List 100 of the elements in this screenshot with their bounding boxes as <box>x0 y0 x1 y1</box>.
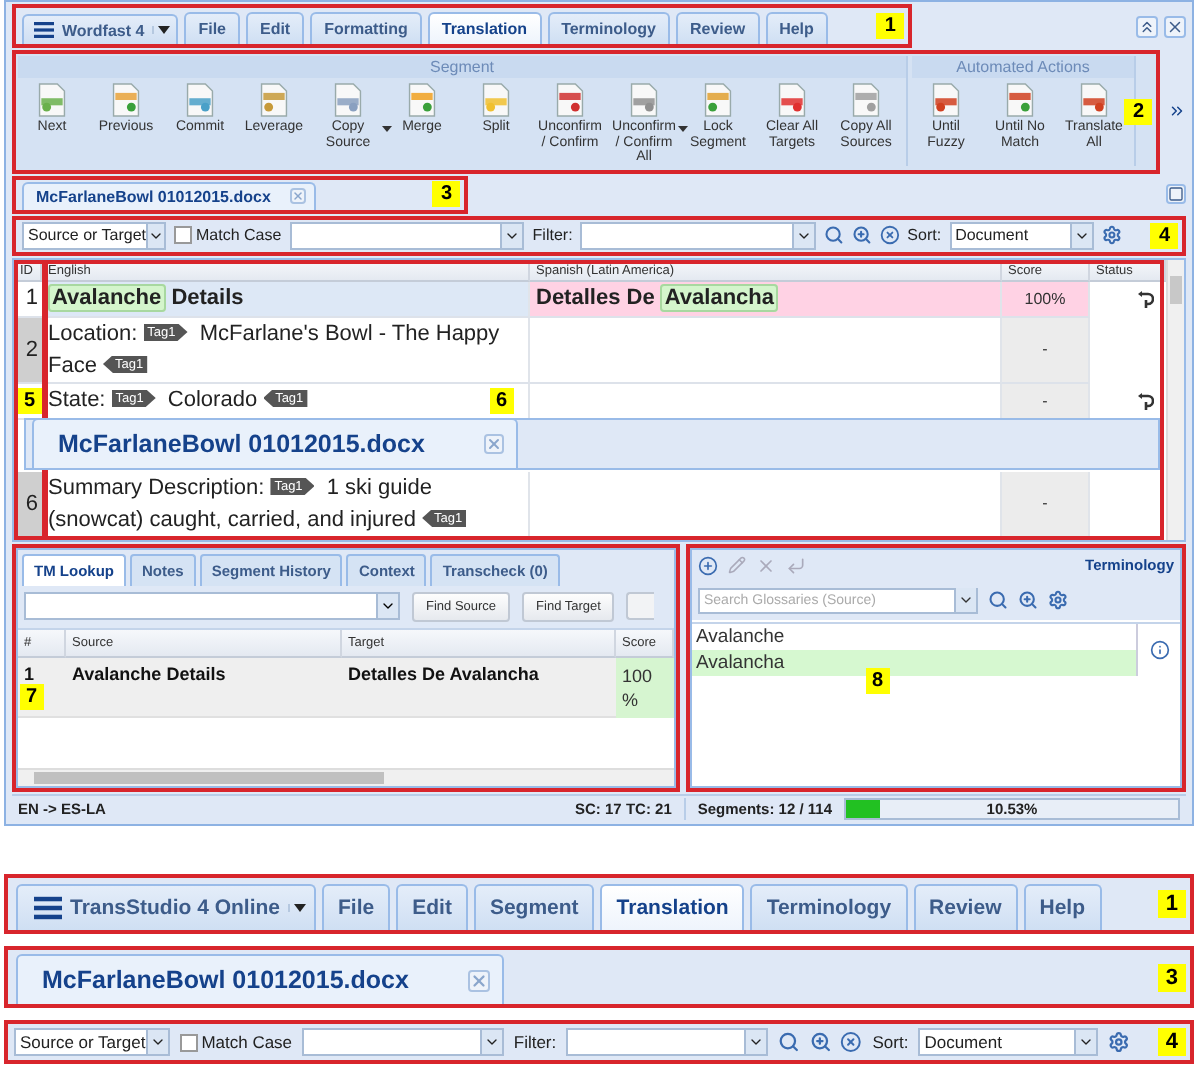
zoom-in-icon[interactable] <box>809 1030 831 1054</box>
collapse-icon[interactable] <box>1136 15 1158 37</box>
document-icon <box>480 82 512 118</box>
document-icon <box>776 82 808 118</box>
menu-tab[interactable]: Terminology <box>547 12 670 44</box>
match-score: 100 % <box>622 665 653 709</box>
menu-tab[interactable]: Formatting <box>310 12 422 44</box>
menu-tab[interactable]: Help <box>765 12 828 44</box>
caret-icon[interactable] <box>678 126 688 132</box>
match-score: - <box>1042 340 1048 358</box>
add-icon[interactable] <box>698 555 718 575</box>
scrollbar[interactable] <box>1166 259 1184 539</box>
row-number: 1 <box>24 663 35 683</box>
menu-tab[interactable]: File <box>322 884 391 930</box>
target-text: Detalles De Avalancha <box>348 663 539 683</box>
callout-number: 8 <box>866 667 890 693</box>
app-name: TransStudio 4 Online <box>70 896 281 920</box>
scope-select[interactable]: Source or Target <box>14 1028 170 1056</box>
callout-number: 2 <box>1124 98 1152 125</box>
close-icon[interactable] <box>1164 15 1186 37</box>
search-icon[interactable] <box>988 590 1008 610</box>
document-tab[interactable]: McFarlaneBowl 01012015.docx <box>22 181 317 209</box>
settings-icon[interactable] <box>1048 590 1068 610</box>
menu-icon <box>34 20 54 40</box>
document-icon <box>1004 82 1036 118</box>
menu-icon <box>34 894 62 922</box>
menu-tab[interactable]: Terminology <box>750 884 908 930</box>
search-icon[interactable] <box>777 1030 800 1054</box>
menu-tab[interactable]: Translation <box>600 884 745 930</box>
more-icon[interactable] <box>1168 102 1186 121</box>
edit-icon[interactable] <box>728 556 746 574</box>
delete-icon[interactable] <box>756 555 776 575</box>
caret-icon[interactable] <box>382 126 392 132</box>
filter-select[interactable] <box>566 1028 768 1056</box>
callout-number: 6 <box>490 387 514 413</box>
lookup-field[interactable] <box>24 592 400 620</box>
document-icon <box>36 82 68 118</box>
document-icon <box>850 82 882 118</box>
document-icon <box>406 82 438 118</box>
search-field[interactable] <box>289 221 525 249</box>
settings-icon[interactable] <box>1108 1030 1131 1054</box>
scope-select[interactable]: Source or Target <box>22 221 166 249</box>
menu-tab[interactable]: Review <box>675 12 760 44</box>
callout-number: 4 <box>1157 1028 1186 1056</box>
target-cell[interactable] <box>530 383 1002 419</box>
sort-label: Sort: <box>907 226 942 244</box>
scrollbar[interactable] <box>18 767 674 785</box>
sort-select[interactable]: Document <box>918 1028 1099 1056</box>
status-icon <box>1138 289 1154 309</box>
menu-tab[interactable]: File <box>184 12 240 44</box>
settings-icon[interactable] <box>1102 224 1123 246</box>
source-text: Avalanche Details <box>72 663 226 683</box>
document-icon <box>110 82 142 118</box>
document-icon <box>554 82 586 118</box>
callout-number: 7 <box>20 683 44 709</box>
document-icon <box>702 82 734 118</box>
match-case-label: Match Case <box>196 226 282 244</box>
match-case-checkbox[interactable] <box>179 1033 198 1051</box>
filter-select[interactable] <box>580 221 816 249</box>
search-icon[interactable] <box>823 224 844 246</box>
group-title: Segment <box>18 56 906 78</box>
document-icon <box>184 82 216 118</box>
target-cell[interactable]: Detalles De Avalancha <box>530 281 1002 317</box>
callout-number: 4 <box>1150 222 1178 248</box>
document-icon <box>332 82 364 118</box>
document-icon <box>1078 82 1110 118</box>
search-field[interactable] <box>302 1028 504 1056</box>
menu-tab[interactable]: Help <box>1023 884 1101 930</box>
zoom-in-icon[interactable] <box>1018 590 1038 610</box>
callout-number: 5 <box>18 387 42 413</box>
clear-icon[interactable] <box>879 224 900 246</box>
match-score: 100% <box>1024 289 1066 307</box>
app-menu-button[interactable]: TransStudio 4 Online <box>16 884 317 930</box>
document-tab[interactable]: McFarlaneBowl 01012015.docx <box>32 417 519 467</box>
app-menu-button[interactable]: Wordfast 4 <box>22 14 179 44</box>
info-icon[interactable] <box>1149 639 1169 659</box>
callout-number: 1 <box>876 13 904 39</box>
app-name: Wordfast 4 <box>62 21 145 39</box>
menu-tab[interactable]: Review <box>913 884 1018 930</box>
status-icon <box>1138 391 1154 411</box>
match-case-checkbox[interactable] <box>174 226 192 244</box>
clear-icon[interactable] <box>840 1030 863 1054</box>
zoom-in-icon[interactable] <box>851 224 872 246</box>
document-icon <box>258 82 290 118</box>
menu-tab[interactable]: Segment <box>473 884 595 930</box>
insert-icon[interactable] <box>786 555 806 575</box>
target-cell[interactable] <box>530 317 1002 383</box>
filter-label: Filter: <box>513 1032 557 1052</box>
menu-tab[interactable]: Edit <box>396 884 468 930</box>
document-tab[interactable]: McFarlaneBowl 01012015.docx <box>16 954 505 1004</box>
document-icon <box>628 82 660 118</box>
document-icon <box>930 82 962 118</box>
group-title: Automated Actions <box>912 56 1134 78</box>
match-case-label: Match Case <box>201 1032 293 1052</box>
sort-select[interactable]: Document <box>949 221 1095 249</box>
maximize-icon[interactable] <box>1166 184 1186 204</box>
callout-number: 3 <box>432 181 460 207</box>
target-term[interactable]: Avalancha <box>692 649 1136 675</box>
menu-tab[interactable]: Edit <box>245 12 305 44</box>
menu-tab[interactable]: Translation <box>427 12 542 44</box>
